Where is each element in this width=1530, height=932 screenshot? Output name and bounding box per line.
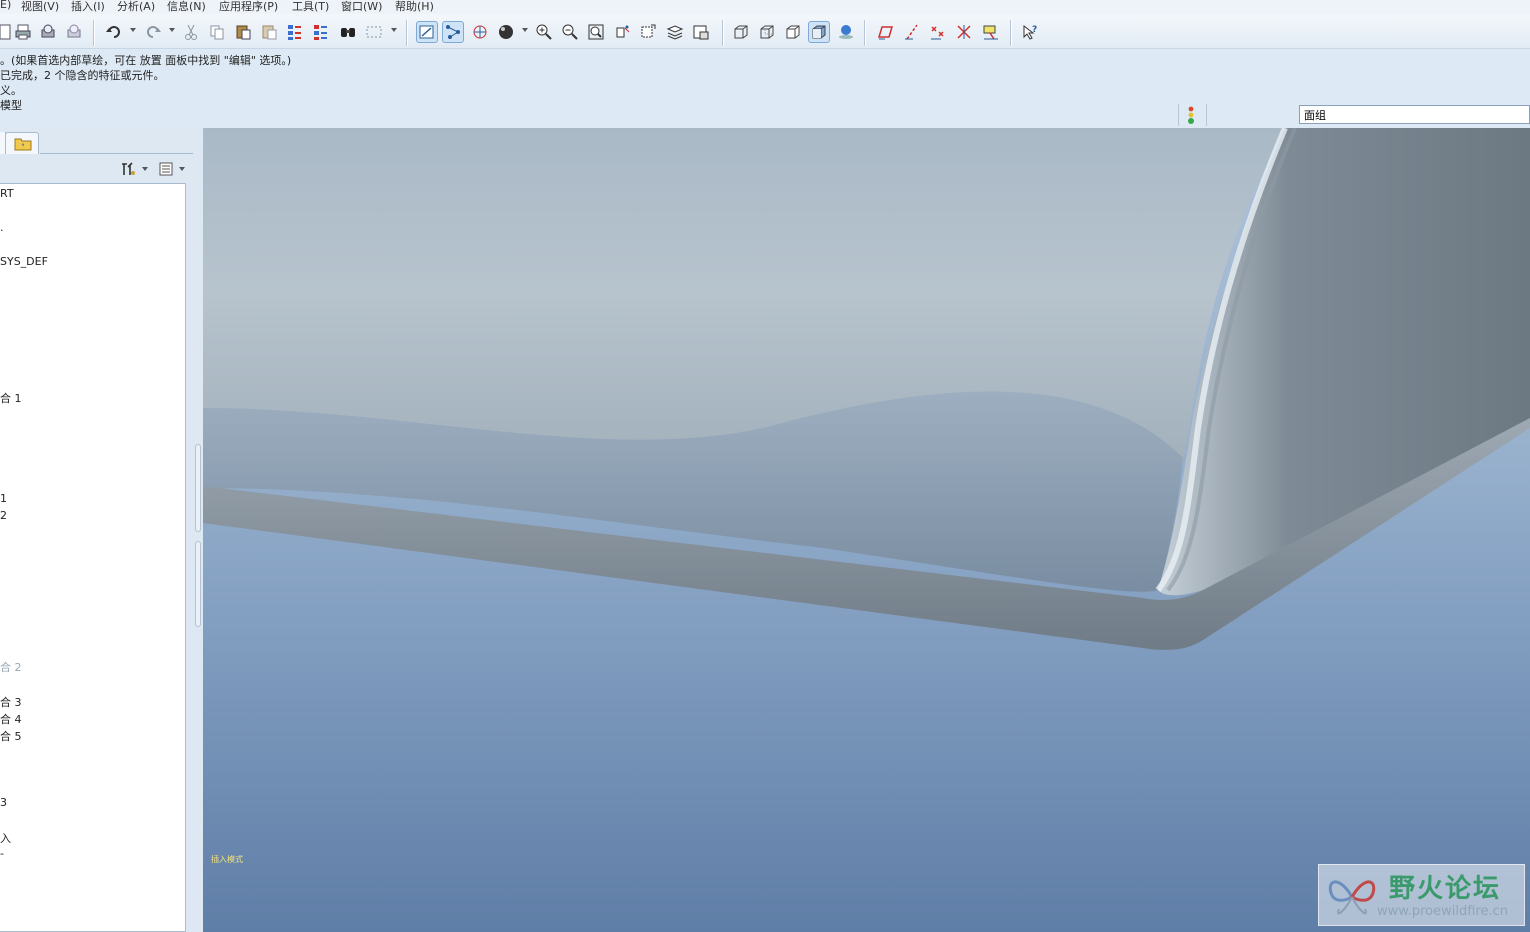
tree-item[interactable]: 合 3 — [0, 694, 22, 710]
shading-style-icon[interactable] — [495, 21, 517, 43]
tree-item[interactable]: SYS_DEF — [0, 255, 48, 268]
tree-item[interactable]: 1 — [0, 492, 7, 505]
select-dropdown-icon[interactable] — [391, 28, 397, 32]
tab-folder-browser[interactable] — [5, 132, 39, 154]
menu-info[interactable]: 信息(N) — [167, 0, 206, 14]
wireframe-icon[interactable] — [730, 21, 752, 43]
print-preview-icon[interactable] — [37, 21, 59, 43]
print-icon[interactable] — [12, 21, 34, 43]
splitter-handle[interactable] — [195, 541, 201, 627]
layers-icon[interactable] — [664, 21, 686, 43]
cut-icon[interactable] — [180, 21, 202, 43]
menu-applications[interactable]: 应用程序(P) — [219, 0, 278, 14]
undo-dropdown-icon[interactable] — [130, 28, 136, 32]
zoom-in-icon[interactable] — [533, 21, 555, 43]
annotation-display-icon[interactable] — [980, 21, 1002, 43]
main-toolbar: ? — [0, 14, 1530, 49]
spin-center-icon[interactable] — [469, 21, 491, 43]
tree-settings-dropdown-icon[interactable] — [142, 167, 148, 171]
model-navigator: RT . SYS_DEF 合 1 1 2 合 2 合 3 合 4 合 5 3 入… — [0, 128, 203, 932]
tree-item[interactable]: 合 4 — [0, 711, 22, 727]
model-tree: RT . SYS_DEF 合 1 1 2 合 2 合 3 合 4 合 5 3 入… — [0, 183, 186, 932]
forum-watermark: 野火论坛 www.proewildfire.cn — [1318, 864, 1525, 926]
status-separator — [1206, 104, 1207, 126]
message-line-3: 义。 — [0, 84, 22, 97]
message-line-4: 模型 — [0, 99, 22, 112]
redo-dropdown-icon[interactable] — [169, 28, 175, 32]
csys-display-icon[interactable] — [953, 21, 975, 43]
tree-item[interactable]: RT — [0, 187, 14, 200]
watermark-title: 野火论坛 — [1389, 874, 1502, 904]
menu-edit[interactable]: E) — [0, 0, 11, 11]
selection-filter-field[interactable] — [1299, 105, 1530, 124]
regenerate-icon[interactable] — [284, 21, 306, 43]
tree-item[interactable]: 2 — [0, 509, 7, 522]
splitter-handle[interactable] — [195, 444, 201, 532]
toolbar-separator — [864, 20, 866, 46]
tree-item[interactable]: - — [0, 847, 4, 860]
menu-insert[interactable]: 插入(I) — [71, 0, 105, 14]
datum-plane-display-icon[interactable] — [416, 21, 438, 43]
hidden-line-icon[interactable] — [756, 21, 778, 43]
butterfly-logo-icon — [1328, 880, 1376, 915]
menu-help[interactable]: 帮助(H) — [395, 0, 434, 14]
menu-analysis[interactable]: 分析(A) — [117, 0, 155, 14]
tree-item[interactable]: 入 — [0, 830, 11, 846]
tree-item[interactable]: 合 5 — [0, 728, 22, 744]
tree-toolbar — [0, 155, 192, 183]
menu-view[interactable]: 视图(V) — [21, 0, 59, 14]
saved-views-icon[interactable] — [637, 21, 659, 43]
shading-dropdown-icon[interactable] — [522, 28, 528, 32]
datum-axis-display-icon[interactable] — [442, 21, 464, 43]
redo-icon[interactable] — [142, 21, 164, 43]
navigator-splitter[interactable] — [193, 128, 203, 932]
show-menu-icon[interactable] — [158, 161, 174, 177]
mail-icon[interactable] — [63, 21, 85, 43]
show-menu-dropdown-icon[interactable] — [179, 167, 185, 171]
menu-bar: E) 视图(V) 插入(I) 分析(A) 信息(N) 应用程序(P) 工具(T)… — [0, 0, 1530, 14]
part-top-surface[interactable] — [203, 128, 1285, 458]
tab-baseline — [40, 153, 203, 154]
traffic-light-icon — [1185, 105, 1197, 125]
navigator-tabs — [0, 128, 203, 154]
toolbar-separator — [406, 20, 408, 46]
menu-tools[interactable]: 工具(T) — [292, 0, 329, 14]
no-hidden-icon[interactable] — [782, 21, 804, 43]
zoom-out-icon[interactable] — [559, 21, 581, 43]
context-help-icon[interactable]: ? — [1019, 21, 1041, 43]
watermark-url: www.proewildfire.cn — [1377, 904, 1508, 919]
copy-icon[interactable] — [206, 21, 228, 43]
message-line-2: 已完成，2 个隐含的特征或元件。 — [0, 69, 165, 82]
tree-item[interactable]: 合 1 — [0, 390, 22, 406]
shading-icon[interactable] — [808, 21, 830, 43]
enhanced-realism-icon[interactable] — [835, 21, 857, 43]
model-viewport[interactable] — [203, 128, 1530, 932]
tree-item[interactable]: 合 2 — [0, 659, 22, 675]
refit-icon[interactable] — [585, 21, 607, 43]
graphics-window[interactable]: 插入模式 — [203, 128, 1530, 932]
find-icon[interactable] — [337, 21, 359, 43]
message-line-1: 。(如果首选内部草绘，可在 放置 面板中找到 "编辑" 选项。) — [0, 54, 292, 67]
toolbar-separator — [1010, 20, 1012, 46]
tree-settings-icon[interactable] — [120, 161, 136, 177]
undo-icon[interactable] — [103, 21, 125, 43]
mode-indicator: 插入模式 — [211, 855, 243, 864]
paste-icon[interactable] — [232, 21, 254, 43]
tree-item[interactable]: . — [0, 221, 4, 234]
plane-display-icon[interactable] — [874, 21, 896, 43]
tree-item[interactable]: 3 — [0, 796, 7, 809]
select-box-icon[interactable] — [363, 21, 385, 43]
toolbar-separator — [93, 20, 95, 46]
axis-display-icon[interactable] — [901, 21, 923, 43]
toolbar-separator — [722, 20, 724, 46]
reorient-icon[interactable] — [611, 21, 633, 43]
svg-text:?: ? — [1032, 25, 1037, 35]
point-display-icon[interactable] — [927, 21, 949, 43]
status-separator — [1178, 104, 1179, 126]
view-manager-icon[interactable] — [690, 21, 712, 43]
regen-manager-icon[interactable] — [310, 21, 332, 43]
folder-icon — [14, 138, 32, 151]
paste-special-icon[interactable] — [258, 21, 280, 43]
menu-window[interactable]: 窗口(W) — [341, 0, 382, 14]
